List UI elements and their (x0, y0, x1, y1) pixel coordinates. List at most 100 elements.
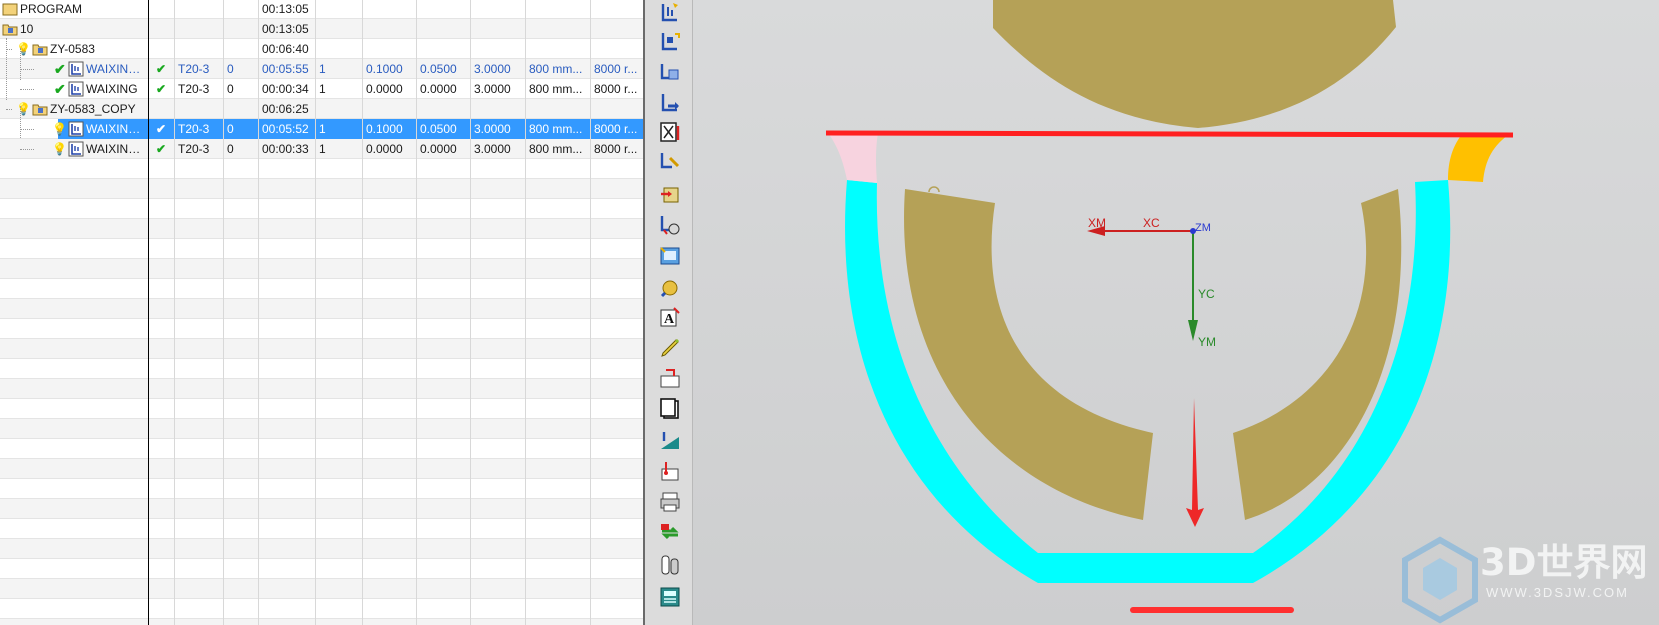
tree-connector (20, 149, 34, 150)
object-list-button[interactable] (658, 553, 682, 577)
operation-navigator: PROGRAM 00:13:05 10 00:13:05 💡 ZY-0583 00:06:4… (0, 0, 643, 625)
empty-row (0, 499, 643, 519)
navigator-row[interactable]: 💡 ZY-0583_COPY 00:06:25 (0, 99, 643, 119)
empty-row (0, 459, 643, 479)
svg-text:A: A (664, 312, 675, 327)
operation-icon (68, 61, 84, 77)
value-cell: 3.0000 (474, 62, 511, 76)
simulate-machine-button[interactable] (658, 244, 682, 268)
shop-docs-button[interactable] (658, 397, 682, 421)
create-operation-icon (661, 3, 678, 22)
generate-toolpath-icon (660, 122, 680, 142)
column-divider (258, 0, 259, 625)
create-operation-button[interactable] (658, 1, 682, 25)
text-annotation-icon: A (660, 307, 680, 327)
tool-axis-arrow[interactable] (1186, 398, 1204, 527)
navigator-row[interactable]: ✔ WAIXING_C... ✔ T20-3 0 00:05:55 1 0.1000 0.050… (0, 59, 643, 79)
navigator-row[interactable]: 💡 WAIXING_C... ✔ T20-3 0 00:00:33 1 0.0000 0.000… (0, 139, 643, 159)
red-top-line[interactable] (825, 130, 1514, 138)
text-annotation-button[interactable]: A (658, 305, 682, 329)
tree-connector (6, 109, 12, 110)
graphics-viewport[interactable]: XM XC ZM YC YM 3D世界网 WWW.3DSJW.COM (693, 0, 1659, 625)
object-list-icon (661, 555, 679, 575)
navigator-row[interactable]: ✔ WAIXING ✔ T20-3 0 00:00:34 1 0.0000 0.0000 3.00… (0, 79, 643, 99)
warning-bulb-icon: 💡 (52, 122, 67, 136)
column-divider (315, 0, 316, 625)
create-geometry-icon (660, 64, 679, 80)
pink-corner[interactable] (828, 133, 878, 183)
axis-label-zm: ZM (1195, 222, 1211, 234)
navigator-row[interactable]: PROGRAM 00:13:05 (0, 0, 643, 19)
verify-toolpath-button[interactable] (658, 213, 682, 237)
print-button[interactable] (658, 490, 682, 514)
feed-rate-icon (661, 432, 679, 449)
value-cell: 0.1000 (366, 122, 403, 136)
tool-cell: T20-3 (178, 142, 210, 156)
create-program-button[interactable] (658, 30, 682, 54)
value-cell: 3.0000 (474, 142, 511, 156)
verify-toolpath-icon (660, 216, 680, 235)
tool-cell: T20-3 (178, 62, 210, 76)
pencil-button[interactable] (658, 336, 682, 360)
operation-name: WAIXING_C... (86, 62, 146, 76)
value-cell: 800 mm... (529, 122, 583, 136)
navigator-row[interactable]: 10 00:13:05 (0, 19, 643, 39)
replay-toolpath-button[interactable] (658, 182, 682, 206)
empty-row (0, 259, 643, 279)
output-clsf-button[interactable] (658, 459, 682, 483)
time-cell: 00:05:52 (262, 122, 309, 136)
name-cell[interactable]: PROGRAM (0, 0, 148, 19)
empty-row (0, 559, 643, 579)
shop-docs-icon (660, 398, 679, 419)
warning-bulb-icon: 💡 (16, 42, 31, 56)
empty-row (0, 339, 643, 359)
empty-row (0, 579, 643, 599)
empty-row (0, 319, 643, 339)
orange-corner[interactable] (1448, 133, 1511, 182)
column-divider (174, 0, 175, 625)
top-arc-part[interactable] (993, 0, 1396, 128)
empty-row (0, 159, 643, 179)
axis-label-yc: YC (1198, 287, 1215, 301)
pencil-icon (661, 338, 680, 357)
machine-tool-button[interactable] (658, 276, 682, 300)
status-check-icon: ✔ (156, 62, 167, 76)
operation-name: WAIXING_C... (86, 122, 146, 136)
name-cell[interactable]: 💡 ZY-0583 (0, 39, 148, 59)
generate-toolpath-button[interactable] (658, 120, 682, 144)
edit-method-button[interactable] (658, 150, 682, 174)
value-cell: 3.0000 (474, 82, 511, 96)
empty-row (0, 479, 643, 499)
create-geometry-button[interactable] (658, 60, 682, 84)
postprocess-button[interactable] (658, 366, 682, 390)
navigator-row[interactable]: 💡 ZY-0583 00:06:40 (0, 39, 643, 59)
value-cell: 0.1000 (366, 62, 403, 76)
refresh-icon (661, 524, 679, 540)
watermark-brand: 3D世界网 (1480, 541, 1647, 584)
refresh-button[interactable] (658, 521, 682, 545)
empty-row (0, 539, 643, 559)
tree-connector (20, 89, 34, 90)
value-cell: 0.0000 (420, 142, 457, 156)
value-cell: 0.0500 (420, 62, 457, 76)
navigator-row[interactable]: 💡 WAIXING_C... ✔ T20-3 0 00:05:52 1 0.1000 0.050… (0, 119, 643, 139)
value-cell: 800 mm... (529, 142, 583, 156)
warning-bulb-icon: 💡 (16, 102, 31, 116)
vertical-toolbar: A (643, 0, 693, 625)
empty-row (0, 239, 643, 259)
program-group-icon (2, 24, 18, 36)
time-cell: 00:05:55 (262, 62, 309, 76)
tree-connector (20, 106, 21, 138)
name-cell[interactable]: 10 (0, 19, 148, 39)
empty-row (0, 599, 643, 619)
name-cell[interactable]: 💡 ZY-0583_COPY (0, 99, 148, 119)
model-view[interactable]: XM XC ZM YC YM 3D世界网 WWW.3DSJW.COM (693, 0, 1659, 625)
create-tool-button[interactable] (658, 91, 682, 115)
value-cell: 1 (319, 82, 326, 96)
operation-icon (68, 141, 84, 157)
empty-row (0, 199, 643, 219)
calculator-button[interactable] (658, 585, 682, 609)
column-divider[interactable] (148, 0, 149, 625)
empty-row (0, 219, 643, 239)
feed-rate-button[interactable] (658, 428, 682, 452)
